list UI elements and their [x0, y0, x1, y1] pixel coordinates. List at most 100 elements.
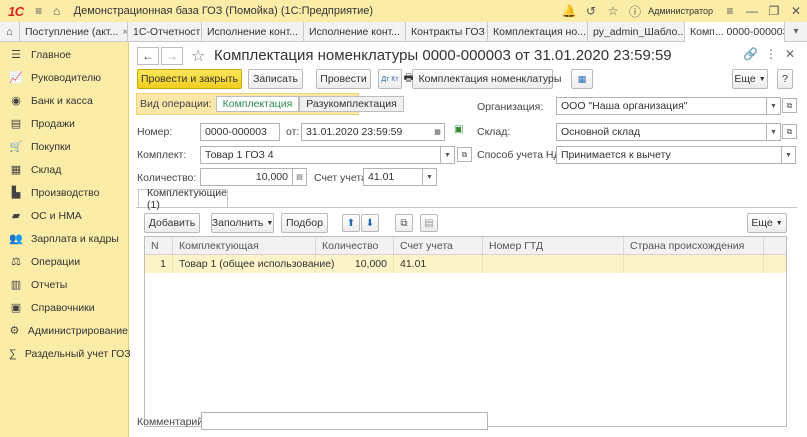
- operation-disassembly-option[interactable]: Разукомплектация: [299, 96, 404, 112]
- number-field[interactable]: 0000-000003: [200, 123, 280, 141]
- table-more-button[interactable]: Еще ▼: [747, 213, 787, 233]
- tab-home[interactable]: ⌂: [0, 22, 20, 42]
- sidebar-item-goz[interactable]: ∑ Раздельный учет ГОЗ: [0, 342, 131, 365]
- help-button[interactable]: ?: [777, 69, 793, 89]
- operation-assembly-option[interactable]: Комплектация: [215, 96, 300, 112]
- link-icon[interactable]: 🔗: [743, 47, 758, 61]
- forward-button[interactable]: →: [161, 47, 183, 65]
- more-button[interactable]: Еще ▼: [732, 69, 768, 89]
- move-down-button[interactable]: ⬇: [361, 214, 379, 232]
- cell-quantity[interactable]: 10,000: [316, 255, 394, 273]
- sidebar-item-manager[interactable]: 📈 Руководителю: [0, 66, 128, 89]
- table-header: N Комплектующая Количество Счет учета Но…: [145, 237, 786, 255]
- user-name[interactable]: Администратор: [648, 6, 713, 16]
- minimize-icon[interactable]: —: [741, 4, 763, 18]
- cell-component[interactable]: Товар 1 (общее использование): [173, 255, 335, 273]
- gear-icon: ⚙: [9, 325, 20, 337]
- tab-contracts[interactable]: Контракты ГОЗ×: [406, 22, 488, 42]
- cell-account[interactable]: 41.01: [394, 255, 483, 273]
- column-header-component[interactable]: Комплектующая: [173, 237, 316, 254]
- select-button[interactable]: Подбор: [281, 213, 328, 233]
- column-header-account[interactable]: Счет учета: [394, 237, 483, 254]
- date-check-icon[interactable]: ▣: [454, 124, 463, 135]
- split-icon: ∑: [9, 347, 17, 360]
- column-header-quantity[interactable]: Количество: [316, 237, 394, 254]
- sidebar-item-admin[interactable]: ⚙ Администрирование: [0, 319, 129, 342]
- calculator-icon[interactable]: ▤: [293, 168, 307, 186]
- open-icon[interactable]: ⧉: [782, 98, 797, 113]
- tab-contract-execution-2[interactable]: Исполнение конт...×: [304, 22, 406, 42]
- sidebar-item-operations[interactable]: ⚖ Операции: [0, 250, 128, 273]
- post-and-close-button[interactable]: Провести и закрыть: [137, 69, 242, 89]
- menu-icon[interactable]: ≡: [30, 4, 48, 18]
- paste-row-button[interactable]: ▤: [420, 214, 438, 232]
- close-icon[interactable]: ✕: [785, 47, 795, 61]
- home-icon[interactable]: ⌂: [48, 4, 66, 18]
- sidebar-item-assets[interactable]: ▰ ОС и НМА: [0, 204, 128, 227]
- chevron-down-icon[interactable]: ▼: [767, 123, 781, 141]
- sidebar-item-bank[interactable]: ◉ Банк и касса: [0, 89, 128, 112]
- back-button[interactable]: ←: [137, 47, 159, 65]
- history-icon[interactable]: ↺: [580, 4, 602, 18]
- settings-icon[interactable]: ≡: [719, 4, 741, 18]
- people-icon: 👥: [9, 233, 23, 245]
- dt-kt-button[interactable]: Дт Кт: [378, 69, 402, 89]
- column-header-gtd[interactable]: Номер ГТД: [483, 237, 624, 254]
- more-vertical-icon[interactable]: ⋮: [765, 47, 777, 61]
- restore-icon[interactable]: ❐: [763, 4, 785, 18]
- sidebar-item-salary[interactable]: 👥 Зарплата и кадры: [0, 227, 128, 250]
- add-row-button[interactable]: Добавить: [144, 213, 200, 233]
- info-icon[interactable]: ⓘ: [624, 3, 646, 20]
- organization-field[interactable]: ООО "Наша организация": [556, 97, 767, 115]
- fill-button[interactable]: Заполнить ▼: [211, 213, 274, 233]
- tab-assembly-list[interactable]: Комплектация но...×: [488, 22, 588, 42]
- sidebar-item-main[interactable]: ☰ Главное: [0, 43, 128, 66]
- sidebar-item-production[interactable]: ▙ Производство: [0, 181, 128, 204]
- kit-field[interactable]: Товар 1 ГОЗ 4: [200, 146, 441, 164]
- bell-icon[interactable]: 🔔: [558, 4, 580, 18]
- warehouse-field[interactable]: Основной склад: [556, 123, 767, 141]
- column-header-country[interactable]: Страна происхождения: [624, 237, 764, 254]
- chevron-down-icon[interactable]: ▼: [441, 146, 455, 164]
- chevron-down-icon[interactable]: ▾: [785, 22, 807, 41]
- close-icon[interactable]: ×: [118, 27, 127, 38]
- open-icon[interactable]: ⧉: [782, 124, 797, 139]
- sidebar-item-reports[interactable]: ▥ Отчеты: [0, 273, 128, 296]
- date-field[interactable]: 31.01.2020 23:59:59: [301, 123, 432, 141]
- vat-method-field[interactable]: Принимается к вычету: [556, 146, 782, 164]
- bank-icon: ◉: [11, 95, 21, 107]
- star-icon[interactable]: ☆: [602, 4, 624, 18]
- sidebar-item-sales[interactable]: ▤ Продажи: [0, 112, 128, 135]
- tab-current-document[interactable]: Комп... 0000-000003×: [685, 22, 785, 42]
- structure-button[interactable]: ▦: [571, 69, 593, 89]
- tab-contract-execution-1[interactable]: Исполнение конт...×: [202, 22, 304, 42]
- chevron-down-icon[interactable]: ▼: [423, 168, 437, 186]
- chevron-down-icon[interactable]: ▼: [767, 97, 781, 115]
- sidebar-item-purchases[interactable]: 🛒 Покупки: [0, 135, 128, 158]
- open-icon[interactable]: ⧉: [457, 147, 472, 162]
- components-table: N Комплектующая Количество Счет учета Но…: [144, 236, 787, 427]
- post-button[interactable]: Провести: [316, 69, 371, 89]
- copy-row-button[interactable]: ⧉: [395, 214, 413, 232]
- close-icon[interactable]: ✕: [785, 4, 807, 18]
- save-button[interactable]: Записать: [248, 69, 303, 89]
- table-row[interactable]: 1 Товар 1 (общее использование) 10,000 4…: [145, 255, 786, 273]
- tab-reporting[interactable]: 1С-Отчетность×: [128, 22, 202, 42]
- calendar-icon[interactable]: ▦: [431, 123, 445, 141]
- column-header-n[interactable]: N: [145, 237, 173, 254]
- move-up-button[interactable]: ⬆: [342, 214, 360, 232]
- kit-label: Комплект:: [137, 149, 187, 161]
- cell-gtd[interactable]: [483, 255, 624, 273]
- favorite-star-icon[interactable]: ☆: [191, 46, 205, 66]
- chevron-down-icon[interactable]: ▼: [782, 146, 796, 164]
- sidebar-item-warehouse[interactable]: ▦ Склад: [0, 158, 128, 181]
- tab-components[interactable]: Комплектующие (1): [138, 187, 228, 211]
- cell-country[interactable]: [624, 255, 764, 273]
- tab-template[interactable]: ру_admin_Шабло...×: [588, 22, 685, 42]
- comment-field[interactable]: [201, 412, 488, 430]
- sidebar-item-catalogs[interactable]: ▣ Справочники: [0, 296, 128, 319]
- tab-receipt[interactable]: Поступление (акт... ×: [20, 22, 128, 42]
- print-assembly-button[interactable]: 🖶 Комплектация номенклатуры: [404, 69, 561, 89]
- account-field[interactable]: 41.01: [363, 168, 423, 186]
- quantity-field[interactable]: 10,000: [200, 168, 293, 186]
